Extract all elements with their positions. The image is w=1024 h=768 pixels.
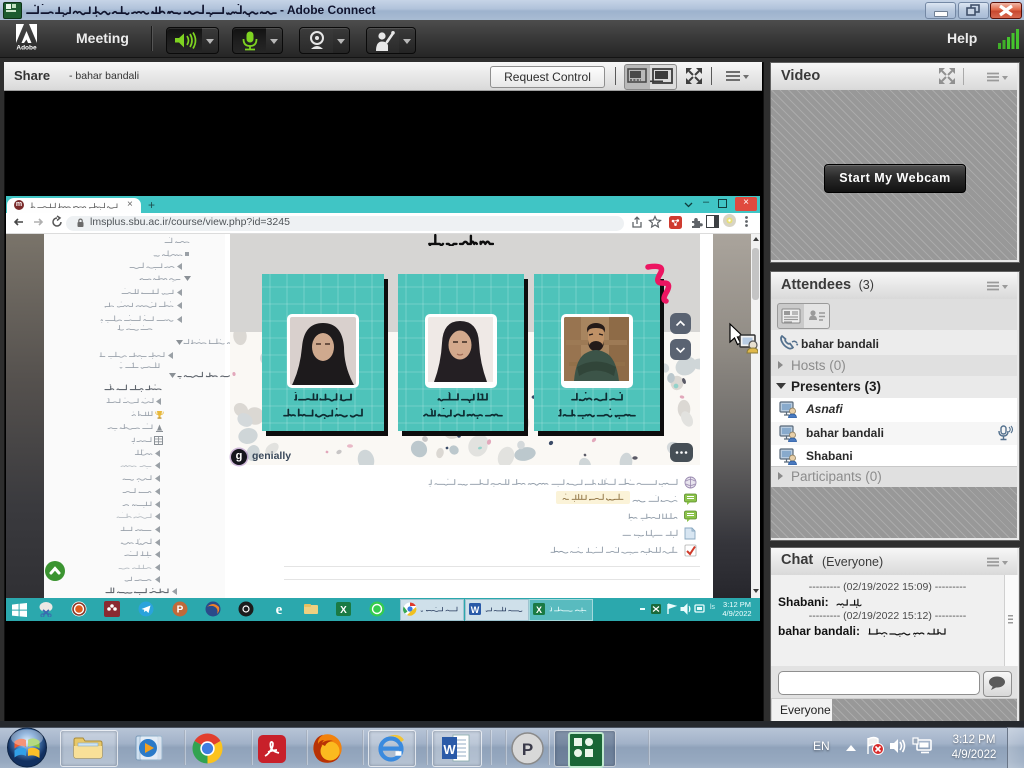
svg-text:P: P xyxy=(177,605,184,616)
svg-text:P: P xyxy=(522,740,533,759)
svg-text:X: X xyxy=(536,605,542,615)
svg-text:Adobe: Adobe xyxy=(16,45,37,51)
svg-text:W: W xyxy=(443,742,456,757)
svg-text:e: e xyxy=(276,602,283,617)
svg-text:W: W xyxy=(471,605,480,615)
svg-text:X: X xyxy=(340,605,347,616)
